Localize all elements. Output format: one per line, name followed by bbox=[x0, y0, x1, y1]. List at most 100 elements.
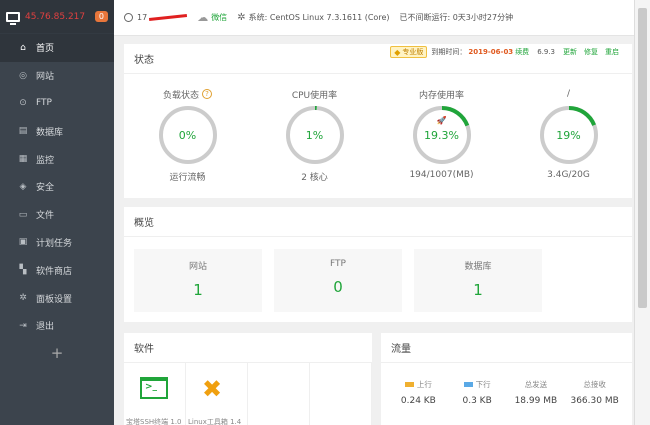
shield-icon: ◈ bbox=[19, 181, 27, 192]
overview-count: 1 bbox=[473, 281, 483, 299]
username: 17 bbox=[137, 13, 148, 22]
traffic-label: 上行 bbox=[416, 380, 432, 389]
server-ip: 45.76.85.217 bbox=[25, 11, 86, 22]
sidebar-nav: ⌂ 首页 ◎ 网站 ⊙ FTP ▤ 数据库 ▦ 监控 ◈ 安全 ▭ 文件 ▣ 计划任务 ▚ 软件商店 ✲ 面板设置 ⇥ 退… bbox=[0, 34, 114, 340]
scrollbar-thumb[interactable] bbox=[638, 8, 647, 308]
message-badge[interactable]: 0 bbox=[94, 11, 108, 22]
overview-box-database[interactable]: 数据库 1 bbox=[414, 249, 542, 312]
traffic-value: 366.30 MB bbox=[570, 396, 619, 406]
system-info: ✲ 系统: CentOS Linux 7.3.1611 (Core) bbox=[237, 12, 389, 23]
software-title: 软件 bbox=[124, 333, 372, 363]
restart-link[interactable]: 重启 bbox=[605, 47, 619, 57]
gauge-1[interactable]: CPU使用率 1% 2 核心 bbox=[251, 88, 378, 183]
monitor-icon bbox=[6, 11, 20, 25]
upload-swatch bbox=[404, 382, 414, 387]
sidebar-item-1[interactable]: ◎ 网站 bbox=[0, 62, 114, 90]
gauge-value: 19.3% bbox=[424, 129, 459, 142]
help-icon[interactable]: ? bbox=[202, 89, 212, 99]
traffic-value: 0.24 KB bbox=[400, 396, 436, 406]
sidebar: 45.76.85.217 0 ⌂ 首页 ◎ 网站 ⊙ FTP ▤ 数据库 ▦ 监控 ◈ 安全 ▭ 文件 ▣ 计… bbox=[0, 0, 114, 425]
traffic-stats: 上行 0.24 KB 下行 0.3 KB 总发送 18.99 MB 总接收 36… bbox=[381, 363, 632, 406]
sidebar-item-label: 计划任务 bbox=[36, 238, 73, 249]
software-slot-empty[interactable] bbox=[310, 363, 372, 425]
software-item-toolbox[interactable]: ✖ Linux工具箱 1.4 bbox=[186, 363, 248, 425]
gauge-0[interactable]: 负载状态? 0% 运行流畅 bbox=[124, 88, 251, 183]
gauge-3[interactable]: / 19% 3.4G/20G bbox=[505, 88, 632, 183]
sidebar-item-10[interactable]: ⇥ 退出 bbox=[0, 312, 114, 340]
diamond-icon: ◆ bbox=[394, 47, 401, 57]
user-icon bbox=[124, 13, 133, 22]
wechat-icon: ☁ bbox=[197, 11, 209, 24]
sidebar-item-label: 监控 bbox=[36, 155, 55, 166]
sidebar-item-7[interactable]: ▣ 计划任务 bbox=[0, 229, 114, 257]
system-label: 系统: bbox=[248, 13, 268, 22]
wechat-link[interactable]: ☁ 微信 bbox=[197, 11, 227, 24]
add-icon[interactable]: + bbox=[0, 344, 114, 362]
traffic-label: 总发送 bbox=[524, 380, 548, 389]
user-icon: ⊙ bbox=[19, 98, 27, 109]
monitor-icon: ▦ bbox=[18, 154, 28, 165]
gauge-title-text: CPU使用率 bbox=[291, 90, 338, 101]
sidebar-item-5[interactable]: ◈ 安全 bbox=[0, 173, 114, 201]
sidebar-item-4[interactable]: ▦ 监控 bbox=[0, 145, 114, 173]
version: 6.9.3 bbox=[537, 48, 555, 56]
sidebar-item-0[interactable]: ⌂ 首页 bbox=[0, 34, 114, 62]
pro-badge: ◆ 专业版 bbox=[390, 46, 428, 58]
gauge-title-text: 负载状态 bbox=[162, 90, 199, 101]
overview-label: 数据库 bbox=[464, 262, 492, 272]
user-info[interactable]: 17 bbox=[124, 13, 188, 22]
overview-label: 网站 bbox=[188, 262, 207, 272]
repair-link[interactable]: 修复 bbox=[584, 47, 598, 57]
gauge-value: 19% bbox=[556, 129, 581, 142]
folder-icon: ▭ bbox=[18, 209, 28, 220]
software-caption: Linux工具箱 1.4 bbox=[188, 418, 242, 425]
gauge-subtext: 2 核心 bbox=[301, 173, 328, 183]
terminal-icon: >_ bbox=[140, 377, 168, 399]
grid-icon: ▚ bbox=[19, 265, 27, 276]
gear-icon: ✲ bbox=[237, 12, 246, 23]
sidebar-item-3[interactable]: ▤ 数据库 bbox=[0, 117, 114, 145]
overview-box-ftp[interactable]: FTP 0 bbox=[274, 249, 402, 312]
gauge-title: CPU使用率 bbox=[251, 88, 378, 101]
traffic-value: 0.3 KB bbox=[462, 396, 492, 406]
sidebar-item-label: 网站 bbox=[36, 72, 55, 83]
sidebar-item-8[interactable]: ▚ 软件商店 bbox=[0, 256, 114, 284]
gauge-title: 负载状态? bbox=[124, 88, 251, 101]
gauge-value: 0% bbox=[178, 129, 197, 142]
overview-title: 概览 bbox=[124, 207, 632, 237]
sidebar-item-2[interactable]: ⊙ FTP bbox=[0, 90, 114, 118]
globe-icon: ◎ bbox=[19, 70, 27, 81]
scrollbar[interactable] bbox=[634, 0, 650, 425]
update-link[interactable]: 更新 bbox=[563, 47, 577, 57]
traffic-up: 上行 0.24 KB bbox=[389, 379, 448, 406]
software-slot-empty[interactable] bbox=[248, 363, 310, 425]
tools-icon: ✖ bbox=[202, 375, 223, 403]
traffic-down: 下行 0.3 KB bbox=[448, 379, 507, 406]
gauge-value: 1% bbox=[305, 129, 324, 142]
sidebar-item-label: 首页 bbox=[36, 44, 55, 55]
uptime: 已不间断运行: 0天3小时27分钟 bbox=[399, 13, 514, 22]
overview-label: FTP bbox=[330, 259, 346, 269]
overview-panel: 概览 网站 1 FTP 0 数据库 1 bbox=[124, 207, 632, 322]
rocket-icon[interactable]: 🚀 bbox=[378, 116, 505, 125]
sidebar-item-6[interactable]: ▭ 文件 bbox=[0, 201, 114, 229]
overview-boxes: 网站 1 FTP 0 数据库 1 bbox=[124, 237, 632, 312]
traffic-title: 流量 bbox=[381, 333, 632, 363]
expire-date: 2019-06-03 bbox=[468, 48, 514, 56]
gauge-subtext: 3.4G/20G bbox=[547, 170, 590, 180]
sidebar-item-label: 数据库 bbox=[36, 127, 64, 138]
traffic-label: 下行 bbox=[475, 380, 491, 389]
renew-link[interactable]: 续费 bbox=[515, 47, 529, 57]
sidebar-item-label: 软件商店 bbox=[36, 266, 73, 277]
traffic-label: 总接收 bbox=[583, 380, 606, 389]
redaction-mark bbox=[149, 14, 188, 21]
overview-box-site[interactable]: 网站 1 bbox=[134, 249, 262, 312]
sidebar-item-9[interactable]: ✲ 面板设置 bbox=[0, 284, 114, 312]
gauge-2[interactable]: 内存使用率 🚀 19.3% 194/1007(MB) bbox=[378, 88, 505, 183]
gauge-subtext: 运行流畅 bbox=[169, 173, 206, 183]
pro-label: 专业版 bbox=[402, 48, 424, 56]
calendar-icon: ▣ bbox=[18, 237, 28, 248]
software-item-ssh[interactable]: >_ 宝塔SSH终端 1.0 bbox=[124, 363, 186, 425]
traffic-received: 总接收 366.30 MB bbox=[565, 379, 624, 406]
sidebar-item-label: 文件 bbox=[36, 211, 55, 222]
